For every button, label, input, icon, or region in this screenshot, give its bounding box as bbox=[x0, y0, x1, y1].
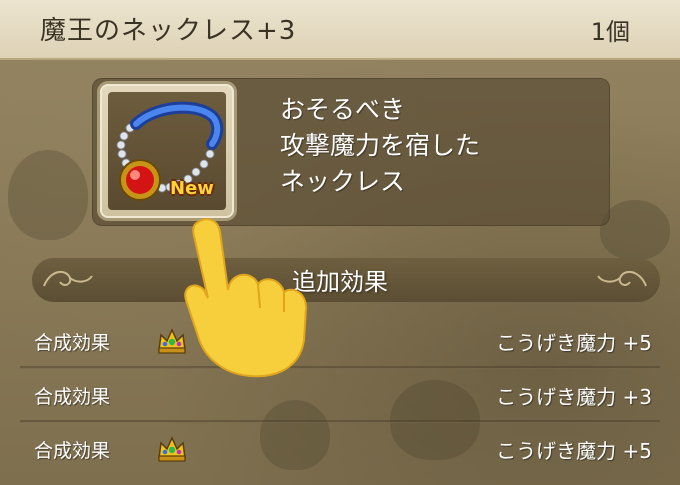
effect-value: こうげき魔力 +5 bbox=[496, 439, 652, 463]
item-count: 1個 bbox=[590, 18, 630, 46]
effect-label: 合成効果 bbox=[34, 440, 111, 462]
item-name: 魔王のネックレス+3 bbox=[40, 16, 297, 46]
effect-label: 合成効果 bbox=[34, 332, 111, 354]
description-line: おそるべき bbox=[280, 95, 406, 124]
item-description: おそるべき 攻撃魔力を宿した ネックレス bbox=[280, 92, 600, 200]
effect-label: 合成効果 bbox=[34, 386, 111, 408]
item-header: 魔王のネックレス+3 1個 bbox=[0, 0, 680, 60]
description-line: 攻撃魔力を宿した bbox=[280, 131, 481, 160]
background-slime-pattern bbox=[8, 150, 88, 240]
crown-icon bbox=[158, 436, 186, 462]
effect-value: こうげき魔力 +3 bbox=[496, 385, 652, 409]
description-line: ネックレス bbox=[280, 167, 406, 196]
effect-row: 合成効果 こうげき魔力 +3 bbox=[0, 368, 680, 422]
new-badge: New bbox=[170, 178, 214, 199]
background-slime-pattern bbox=[600, 200, 670, 260]
pointing-hand-icon bbox=[184, 218, 308, 378]
effect-row: 合成効果 こうげき魔力 +5 bbox=[0, 314, 680, 368]
additional-effects-title: 追加効果 bbox=[292, 268, 388, 296]
effect-row: 合成効果 こうげき魔力 +5 bbox=[0, 422, 680, 476]
effect-value: こうげき魔力 +5 bbox=[496, 331, 652, 355]
